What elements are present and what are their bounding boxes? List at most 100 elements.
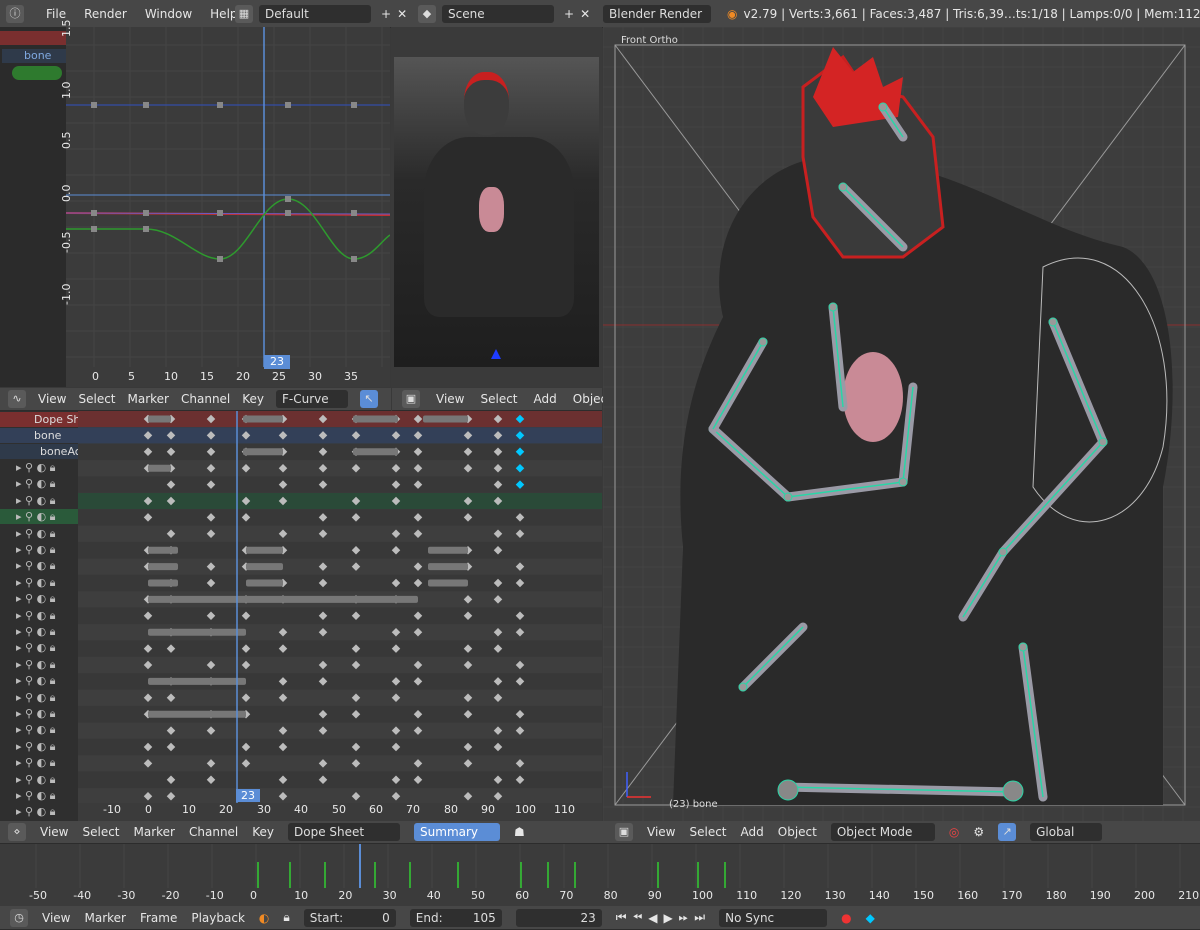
orientation-select[interactable]: Global [1030, 823, 1103, 841]
jump-start-icon[interactable]: ⏮ [616, 910, 627, 925]
bone-channel-row[interactable]: ▸ ⚲ ◐ 🔒︎ [0, 542, 78, 557]
graph-mode-select[interactable]: F-Curve [276, 390, 349, 408]
menu-render[interactable]: Render [84, 7, 127, 21]
graph-current-frame-indicator[interactable]: 23 [264, 355, 290, 369]
bone-channel-row[interactable]: ▸ ⚲ ◐ 🔒︎ [0, 690, 78, 705]
view3d-editor-icon[interactable]: ▣ [402, 390, 420, 408]
menu-help[interactable]: Help [210, 7, 237, 21]
bone-channel-row[interactable]: ▸ ⚲ ◐ 🔒︎ [0, 772, 78, 787]
bone-channel-row[interactable]: ▸ ⚲ ◐ 🔒︎ [0, 788, 78, 803]
delete-scene-button[interactable]: ✕ [580, 7, 590, 21]
bone-channel-row[interactable]: ▸ ⚲ ◐ 🔒︎ [0, 640, 78, 655]
graph-channel-object[interactable]: bone [2, 49, 66, 63]
bone-channel-row[interactable]: ▸ ⚲ ◐ 🔒︎ [0, 476, 78, 491]
view3d-type-icon[interactable]: ▣ [615, 823, 633, 841]
current-frame-field[interactable]: 23 [515, 908, 602, 927]
editor-type-icon[interactable]: ∿ [8, 390, 26, 408]
image-menu-view[interactable]: View [436, 392, 464, 406]
play-reverse-icon[interactable]: ◀ [648, 911, 657, 925]
bone-channel-row[interactable]: ▸ ⚲ ◐ 🔒︎ [0, 624, 78, 639]
info-editor-icon[interactable]: ⓘ [6, 4, 24, 23]
tl-menu-view[interactable]: View [42, 911, 70, 925]
vp-menu-object[interactable]: Object [778, 825, 817, 839]
add-scene-button[interactable]: + [564, 7, 574, 21]
timeline-editor-icon[interactable]: ◷ [10, 908, 28, 927]
graph-channel-fcurve[interactable] [12, 66, 62, 80]
image-preview[interactable] [394, 57, 599, 367]
bone-channel-row[interactable]: ▸ ⚲ ◐ 🔒︎ [0, 755, 78, 770]
shading-icon[interactable]: ◎ [949, 825, 959, 839]
graph-curve-area[interactable] [66, 27, 390, 387]
lock-icon[interactable]: 🔒︎ [283, 910, 289, 925]
pivot-icon[interactable]: ⚙ [973, 825, 984, 839]
vp-menu-select[interactable]: Select [689, 825, 726, 839]
graph-menu-marker[interactable]: Marker [128, 392, 169, 406]
graph-menu-select[interactable]: Select [78, 392, 115, 406]
viewport-canvas[interactable] [603, 27, 1200, 821]
bone-channel-row[interactable]: ▸ ⚲ ◐ 🔒︎ [0, 608, 78, 623]
tl-menu-frame[interactable]: Frame [140, 911, 177, 925]
bone-channel-row[interactable]: ▸ ⚲ ◐ 🔒︎ [0, 673, 78, 688]
dopesheet-action-row[interactable]: boneAc [0, 444, 78, 459]
viewport-3d[interactable]: Front Ortho (23) bone [603, 27, 1200, 821]
bone-channel-row[interactable]: ▸ ⚲ ◐ 🔒︎ [0, 493, 78, 508]
graph-menu-view[interactable]: View [38, 392, 66, 406]
bone-channel-row[interactable]: ▸ ⚲ ◐ 🔒︎ [0, 460, 78, 475]
ghost-icon[interactable]: ☗ [514, 825, 525, 839]
vp-menu-view[interactable]: View [647, 825, 675, 839]
dopesheet-object-row[interactable]: bone [0, 428, 78, 443]
record-icon[interactable]: ● [841, 911, 851, 925]
bone-channel-row[interactable]: ▸ ⚲ ◐ 🔒︎ [0, 526, 78, 541]
cursor-arrow-icon[interactable]: ↖ [360, 390, 379, 408]
menu-window[interactable]: Window [145, 7, 192, 21]
bone-channel-row[interactable]: ▸ ⚲ ◐ 🔒︎ [0, 591, 78, 606]
render-engine-select[interactable]: Blender Render [603, 4, 711, 23]
dopesheet-keyframe-area[interactable] [78, 411, 602, 803]
bone-channel-row[interactable]: ▸ ⚲ ◐ 🔒︎ [0, 706, 78, 721]
vp-menu-add[interactable]: Add [741, 825, 764, 839]
bone-channel-row[interactable]: ▸ ⚲ ◐ 🔒︎ [0, 558, 78, 573]
dopesheet-current-frame-indicator[interactable]: 23 [236, 789, 260, 802]
graph-menu-key[interactable]: Key [242, 392, 264, 406]
next-key-icon[interactable]: ⏩︎ [679, 910, 689, 925]
graph-menu-channel[interactable]: Channel [181, 392, 230, 406]
tl-menu-playback[interactable]: Playback [191, 911, 245, 925]
start-frame-field[interactable]: Start: 0 [303, 908, 396, 927]
dopesheet-summary-row[interactable]: Dope Sh [0, 412, 78, 427]
menu-file[interactable]: File [46, 7, 66, 21]
image-menu-select[interactable]: Select [480, 392, 517, 406]
image-menu-add[interactable]: Add [534, 392, 557, 406]
screen-layout-field[interactable]: Default [259, 4, 371, 23]
bone-channel-row[interactable]: ▸ ⚲ ◐ 🔒︎ [0, 722, 78, 737]
preview-range-icon[interactable]: ◐ [259, 911, 269, 925]
prev-key-icon[interactable]: ⏪︎ [633, 910, 643, 925]
dopesheet-x-tick: 70 [406, 803, 420, 816]
scene-icon[interactable]: ◆ [418, 4, 436, 23]
end-frame-field[interactable]: End: 105 [409, 908, 502, 927]
jump-end-icon[interactable]: ⏭ [694, 910, 705, 925]
scene-field[interactable]: Scene [442, 4, 554, 23]
bone-channel-row[interactable]: ▸ ⚲ ◐ 🔒︎ [0, 657, 78, 672]
ds-menu-view[interactable]: View [40, 825, 68, 839]
screen-layout-icon[interactable]: ▦ [235, 4, 253, 23]
summary-toggle[interactable]: Summary [414, 823, 501, 841]
ds-menu-channel[interactable]: Channel [189, 825, 238, 839]
sync-select[interactable]: No Sync [719, 908, 828, 927]
tl-menu-marker[interactable]: Marker [84, 911, 125, 925]
ds-menu-select[interactable]: Select [82, 825, 119, 839]
dopesheet-editor-icon[interactable]: ⋄ [8, 823, 26, 841]
delete-screen-button[interactable]: ✕ [397, 7, 407, 21]
dopesheet-mode-select[interactable]: Dope Sheet [288, 823, 401, 841]
ds-menu-marker[interactable]: Marker [134, 825, 175, 839]
play-icon[interactable]: ▶ [663, 911, 672, 925]
ds-menu-key[interactable]: Key [252, 825, 274, 839]
bone-channel-row[interactable]: ▸ ⚲ ◐ 🔒︎ [0, 575, 78, 590]
graph-channel-summary[interactable] [0, 31, 66, 45]
object-mode-select[interactable]: Object Mode [830, 823, 935, 841]
add-screen-button[interactable]: + [381, 7, 391, 21]
bone-channel-row[interactable]: ▸ ⚲ ◐ 🔒︎ [0, 739, 78, 754]
bone-channel-row[interactable]: ▸ ⚲ ◐ 🔒︎ [0, 509, 78, 525]
bone-channel-row[interactable]: ▸ ⚲ ◐ 🔒︎ [0, 804, 78, 819]
manipulator-icon[interactable]: ↗ [998, 823, 1017, 841]
keying-set-icon[interactable]: ◆ [866, 911, 875, 925]
